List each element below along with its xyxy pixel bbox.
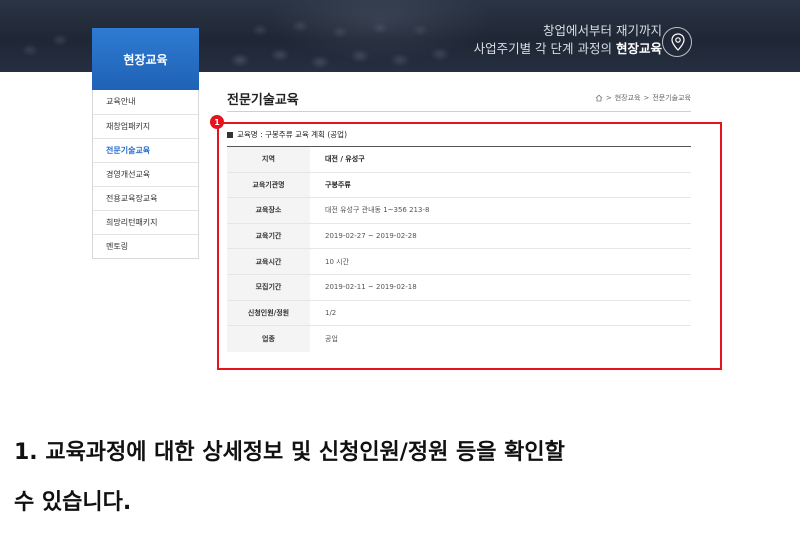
page-title: 전문기술교육 [227,93,299,108]
table-row: 교육기관명 구봉주류 [227,172,691,199]
table-row: 교육시간 10 시간 [227,249,691,275]
caption-line-1: 1. 교육과정에 대한 상세정보 및 신청인원/정원 등을 확인할 [14,440,565,465]
row-label-region: 지역 [227,147,310,172]
hero-line-1: 창업에서부터 재기까지 [543,23,662,38]
breadcrumb-separator-icon: > [643,94,650,102]
row-value-applicants: 1/2 [325,308,337,317]
table-row: 신청인원/정원 1/2 [227,300,691,327]
row-value-institution: 구봉주류 [325,180,351,189]
sidebar-title: 현장교육 [92,28,199,90]
table-row: 지역 대전 / 유성구 [227,147,691,173]
row-value-region: 대전 / 유성구 [325,155,365,164]
row-label-institution: 교육기관명 [227,172,310,198]
breadcrumb-separator-icon: > [605,94,612,102]
sidebar-item-restart-package[interactable]: 재창업패키지 [93,114,198,138]
title-divider [227,111,691,112]
sidebar-item-hope-return-package[interactable]: 희망리턴패키지 [93,210,198,234]
sidebar-menu: 교육안내 재창업패키지 전문기술교육 경영개선교육 전용교육장교육 희망리턴패키… [92,90,199,259]
row-label-period: 교육기간 [227,223,310,249]
breadcrumb: > 현장교육 > 전문기술교육 [595,93,691,103]
home-icon[interactable] [595,94,603,102]
row-value-period: 2019-02-27 ~ 2019-02-28 [325,232,417,241]
row-label-industry: 업종 [227,326,310,352]
row-value-hours: 10 시간 [325,257,350,266]
row-label-hours: 교육시간 [227,249,310,274]
row-label-recruit-period: 모집기간 [227,274,310,300]
row-label-applicants: 신청인원/정원 [227,300,310,326]
step-badge: 1 [210,115,224,129]
row-label-location: 교육장소 [227,198,310,223]
table-row: 교육기간 2019-02-27 ~ 2019-02-28 [227,223,691,250]
hero-line-2: 사업주기별 각 단계 과정의 현장교육 [474,40,662,58]
course-name: 교육명 : 구봉주류 교육 계획 (공업) [237,130,347,139]
course-detail-table: 지역 대전 / 유성구 교육기관명 구봉주류 교육장소 대전 유성구 관내동 1… [227,147,691,352]
page: 창업에서부터 재기까지 사업주기별 각 단계 과정의 현장교육 현장교육 교육안… [0,0,800,551]
sidebar-item-technical-education[interactable]: 전문기술교육 [93,138,198,162]
sidebar-item-dedicated-center[interactable]: 전용교육장교육 [93,186,198,210]
table-row: 업종 공업 [227,326,691,352]
row-value-industry: 공업 [325,334,338,343]
row-value-location: 대전 유성구 관내동 1~356 213-8 [325,206,430,215]
row-value-recruit-period: 2019-02-11 ~ 2019-02-18 [325,283,417,292]
caption: 1. 교육과정에 대한 상세정보 및 신청인원/정원 등을 확인할 수 있습니다… [14,428,790,528]
hero-line-2-prefix: 사업주기별 각 단계 과정의 [473,41,616,56]
course-header: 교육명 : 구봉주류 교육 계획 (공업) [227,129,347,140]
sidebar-item-guide[interactable]: 교육안내 [93,90,198,114]
table-row: 모집기간 2019-02-11 ~ 2019-02-18 [227,274,691,301]
breadcrumb-item-field-education[interactable]: 현장교육 [615,93,641,103]
location-pin-icon [662,27,692,57]
hero-text: 창업에서부터 재기까지 사업주기별 각 단계 과정의 현장교육 [474,22,662,58]
breadcrumb-item-current[interactable]: 전문기술교육 [652,93,691,103]
caption-line-2: 수 있습니다. [14,490,132,515]
square-bullet-icon [227,131,233,138]
hero-line-2-bold: 현장교육 [615,41,662,56]
sidebar-item-mentoring[interactable]: 멘토링 [93,234,198,258]
table-row: 교육장소 대전 유성구 관내동 1~356 213-8 [227,198,691,224]
sidebar-item-management-improvement[interactable]: 경영개선교육 [93,162,198,186]
